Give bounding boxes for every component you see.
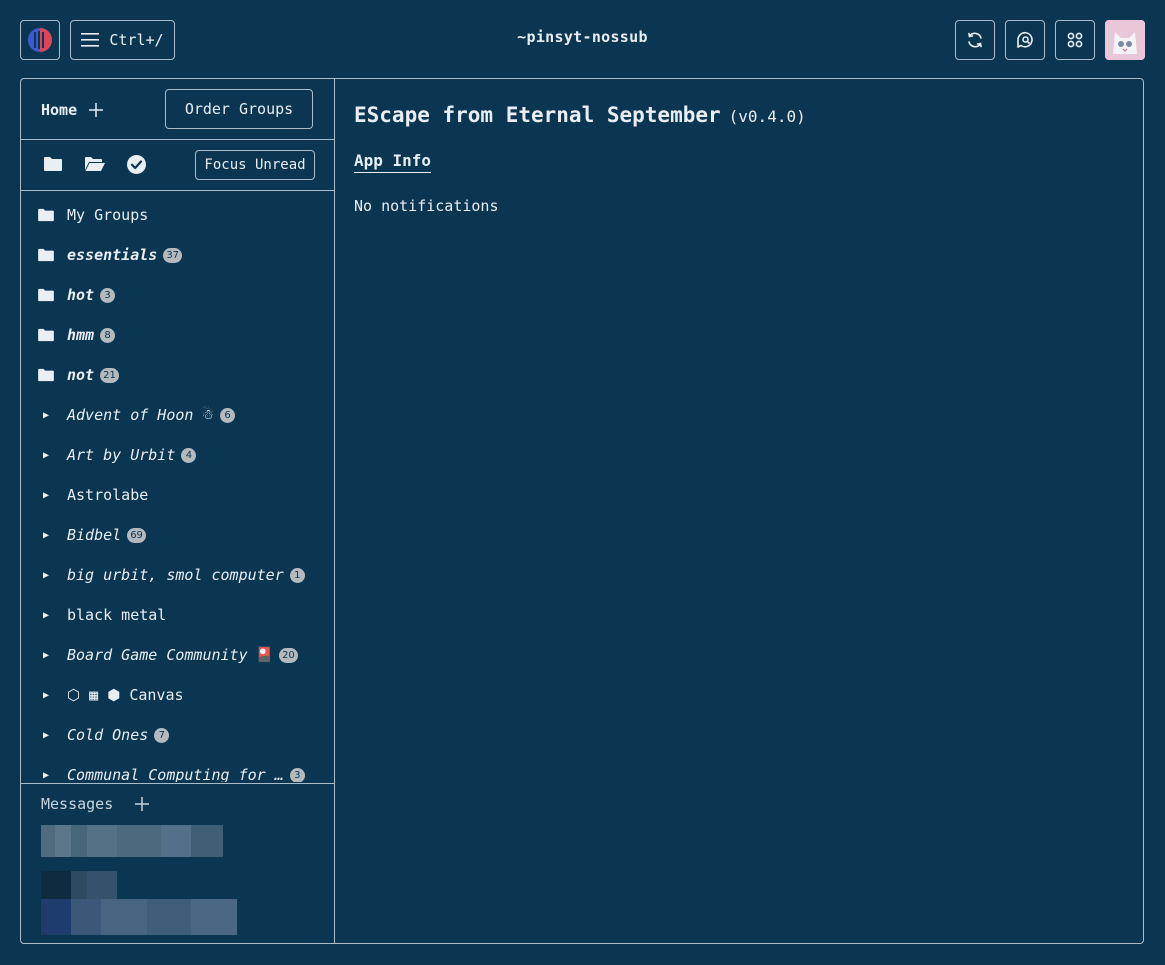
empty-state-text: No notifications: [354, 197, 499, 215]
order-groups-label: Order Groups: [184, 100, 294, 118]
group-name: hot: [67, 286, 95, 304]
expand-triangle-icon[interactable]: ▶: [43, 490, 57, 501]
group-item-cold-ones[interactable]: ▶ Cold Ones 7: [21, 724, 170, 746]
folder-icon[interactable]: [43, 156, 63, 172]
plus-icon[interactable]: [135, 797, 150, 811]
tab-app-info[interactable]: App Info: [354, 151, 432, 173]
folder-item-essentials[interactable]: essentials 37: [21, 244, 183, 266]
home-link[interactable]: Home: [41, 99, 104, 121]
messages-label: Messages: [41, 795, 114, 813]
group-item-art-by-urbit[interactable]: ▶ Art by Urbit 4: [21, 444, 197, 466]
group-emoji: ☃: [201, 407, 214, 423]
group-name: ⬡ ▦ ⬢ Canvas: [67, 686, 184, 704]
expand-triangle-icon[interactable]: ▶: [43, 570, 57, 581]
sidebar-divider: [21, 783, 334, 784]
group-name: black metal: [67, 606, 167, 624]
apps-button[interactable]: [1055, 20, 1095, 60]
main-frame: Home Order Groups Focus Unread My Groups…: [20, 78, 1144, 944]
group-emoji: 🎴: [255, 647, 274, 663]
folder-icon: [37, 208, 55, 222]
sidebar-divider: [21, 139, 334, 140]
app-version: (v0.4.0): [728, 107, 806, 126]
sidebar-divider: [21, 190, 334, 191]
check-circle-icon[interactable]: [127, 155, 146, 174]
unread-count-badge: 3: [100, 287, 116, 303]
cat-avatar-icon: [1105, 20, 1145, 60]
focus-unread-label: Focus Unread: [204, 157, 306, 173]
unread-count-badge: 8: [100, 327, 116, 343]
sidebar: Home Order Groups Focus Unread My Groups…: [21, 79, 335, 943]
group-name: Bidbel: [67, 526, 122, 544]
message-preview[interactable]: [41, 871, 237, 935]
unread-count-badge: 21: [100, 367, 119, 383]
messages-header[interactable]: Messages: [41, 793, 150, 815]
folder-icon: [37, 248, 55, 262]
unread-count-badge: 69: [127, 527, 146, 543]
group-item-board-game-community[interactable]: ▶ Board Game Community 🎴 20: [21, 644, 298, 666]
chat-search-icon: [1017, 32, 1033, 48]
group-name: Cold Ones: [67, 726, 149, 744]
group-name: Art by Urbit: [67, 446, 176, 464]
expand-triangle-icon[interactable]: ▶: [43, 730, 57, 741]
group-item-black-metal[interactable]: ▶ black metal: [21, 604, 166, 626]
expand-triangle-icon[interactable]: ▶: [43, 650, 57, 661]
expand-triangle-icon[interactable]: ▶: [43, 450, 57, 461]
expand-triangle-icon[interactable]: ▶: [43, 770, 57, 781]
group-name: My Groups: [67, 206, 149, 224]
expand-triangle-icon[interactable]: ▶: [43, 690, 57, 701]
folder-icon: [37, 288, 55, 302]
expand-triangle-icon[interactable]: ▶: [43, 610, 57, 621]
notifications-button[interactable]: [1005, 20, 1045, 60]
folder-item-my-groups[interactable]: My Groups: [21, 204, 148, 226]
page-title: EScape from Eternal September (v0.4.0): [354, 103, 806, 127]
group-name: essentials: [67, 246, 158, 264]
unread-count-badge: 4: [181, 447, 197, 463]
group-name: Board Game Community: [67, 646, 248, 664]
folder-item-not[interactable]: not 21: [21, 364, 119, 386]
unread-count-badge: 3: [289, 767, 305, 782]
plus-icon[interactable]: [89, 103, 104, 117]
folder-open-icon[interactable]: [84, 156, 106, 172]
folder-item-hmm[interactable]: hmm 8: [21, 324, 116, 346]
group-item-bidbel[interactable]: ▶ Bidbel 69: [21, 524, 146, 546]
expand-triangle-icon[interactable]: ▶: [43, 530, 57, 541]
expand-triangle-icon[interactable]: ▶: [43, 410, 57, 421]
unread-count-badge: 7: [154, 727, 170, 743]
app-name: EScape from Eternal September: [354, 103, 721, 127]
group-item-advent-of-hoon[interactable]: ▶ Advent of Hoon ☃ 6: [21, 404, 235, 426]
order-groups-button[interactable]: Order Groups: [165, 89, 313, 129]
profile-avatar-button[interactable]: [1105, 20, 1145, 60]
group-item-canvas[interactable]: ▶ ⬡ ▦ ⬢ Canvas: [21, 684, 184, 706]
unread-count-badge: 20: [279, 647, 298, 663]
message-preview[interactable]: [41, 825, 223, 857]
group-name: big urbit, smol computer: [67, 566, 284, 584]
group-item-communal-computing-for[interactable]: ▶ Communal Computing for … 3: [21, 764, 305, 782]
unread-count-badge: 6: [220, 407, 235, 423]
group-name: Astrolabe: [67, 486, 149, 504]
unread-count-badge: 37: [163, 247, 183, 263]
folder-item-hot[interactable]: hot 3: [21, 284, 116, 306]
unread-count-badge: 1: [289, 567, 305, 583]
refresh-icon: [968, 32, 982, 48]
apps-grid-icon: [1067, 32, 1083, 48]
group-item-astrolabe[interactable]: ▶ Astrolabe: [21, 484, 148, 506]
home-label: Home: [41, 101, 78, 119]
tab-app-info-label: App Info: [354, 151, 432, 170]
refresh-button[interactable]: [955, 20, 995, 60]
group-name: not: [67, 366, 95, 384]
folder-icon: [37, 328, 55, 342]
focus-unread-button[interactable]: Focus Unread: [195, 150, 315, 180]
group-name: hmm: [67, 326, 95, 344]
group-name: Advent of Hoon: [67, 406, 194, 424]
group-list: My Groups essentials 37 hot 3 hmm 8 not 21 ▶ Adven…: [21, 204, 334, 782]
folder-icon: [37, 368, 55, 382]
group-item-big-urbit-smol-computer[interactable]: ▶ big urbit, smol computer 1: [21, 564, 305, 586]
group-name: Communal Computing for …: [67, 766, 284, 782]
